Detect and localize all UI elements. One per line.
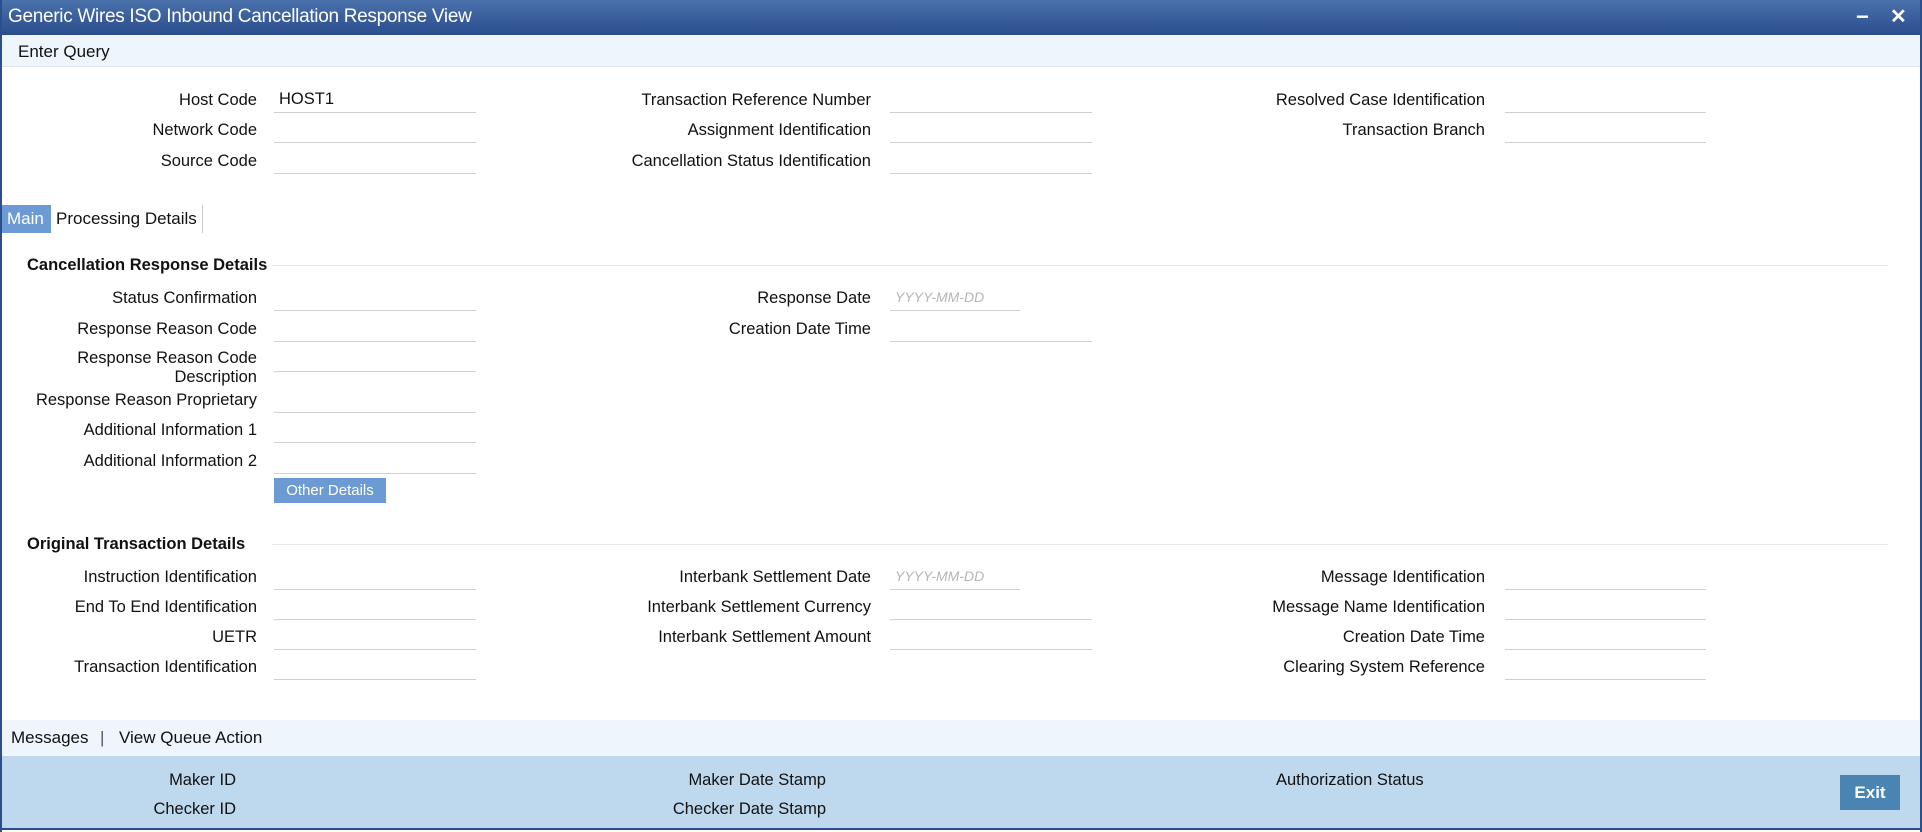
window-title: Generic Wires ISO Inbound Cancellation R… (8, 6, 472, 27)
settlement-date-label: Interbank Settlement Date (679, 568, 871, 586)
toolbar: Enter Query (2, 35, 1920, 67)
add-info-2-input[interactable] (274, 448, 476, 474)
section-divider (272, 265, 1888, 266)
uetr-label: UETR (212, 628, 257, 646)
orig-creation-date-time-input[interactable] (1505, 624, 1706, 650)
minimize-icon[interactable]: − (1856, 0, 1869, 35)
response-date-input[interactable] (890, 285, 1020, 311)
assignment-id-input[interactable] (890, 117, 1092, 143)
reason-code-label: Response Reason Code (77, 320, 257, 338)
settlement-currency-label: Interbank Settlement Currency (647, 598, 871, 616)
reason-code-desc-label: Response Reason Code Description (77, 349, 257, 387)
cancel-status-id-label: Cancellation Status Identification (631, 152, 871, 170)
uetr-input[interactable] (274, 624, 476, 650)
message-name-id-input[interactable] (1505, 594, 1706, 620)
maker-id-label: Maker ID (169, 771, 236, 789)
txn-branch-input[interactable] (1505, 117, 1706, 143)
section-divider (272, 544, 1888, 545)
tab-processing-details[interactable]: Processing Details (51, 205, 203, 233)
view-queue-action-link[interactable]: View Queue Action (119, 728, 262, 748)
original-section-title: Original Transaction Details (27, 535, 246, 553)
clearing-ref-input[interactable] (1505, 654, 1706, 680)
links-bar: Messages | View Queue Action (2, 720, 1920, 756)
reason-proprietary-label: Response Reason Proprietary (35, 391, 257, 409)
creation-date-time-input[interactable] (890, 316, 1092, 342)
add-info-1-input[interactable] (274, 417, 476, 443)
message-id-input[interactable] (1505, 564, 1706, 590)
txn-ref-input[interactable] (890, 87, 1092, 113)
link-separator: | (100, 728, 105, 747)
settlement-amount-label: Interbank Settlement Amount (658, 628, 871, 646)
checker-date-stamp-label: Checker Date Stamp (672, 800, 826, 818)
add-info-2-label: Additional Information 2 (83, 452, 257, 470)
enter-query-button[interactable]: Enter Query (18, 42, 110, 62)
cancellation-section-title: Cancellation Response Details (27, 256, 268, 274)
source-code-label: Source Code (160, 152, 257, 170)
exit-button[interactable]: Exit (1840, 775, 1900, 810)
tab-main[interactable]: Main (2, 205, 51, 233)
checker-id-label: Checker ID (153, 800, 236, 818)
end-to-end-id-input[interactable] (274, 594, 476, 620)
transaction-id-label: Transaction Identification (74, 658, 257, 676)
resolved-case-id-input[interactable] (1505, 87, 1706, 113)
network-code-input[interactable] (274, 117, 476, 143)
status-confirmation-input[interactable] (274, 285, 476, 311)
reason-code-desc-line2: Description (174, 368, 257, 386)
settlement-amount-input[interactable] (890, 624, 1092, 650)
settlement-currency-input[interactable] (890, 594, 1092, 620)
title-bar: Generic Wires ISO Inbound Cancellation R… (2, 0, 1920, 35)
messages-link[interactable]: Messages (11, 728, 88, 748)
cancel-status-id-input[interactable] (890, 148, 1092, 174)
settlement-date-input[interactable] (890, 564, 1020, 590)
status-confirmation-label: Status Confirmation (112, 289, 257, 307)
reason-code-input[interactable] (274, 316, 476, 342)
reason-proprietary-input[interactable] (274, 387, 476, 413)
txn-branch-label: Transaction Branch (1342, 121, 1485, 139)
end-to-end-id-label: End To End Identification (74, 598, 257, 616)
message-name-id-label: Message Name Identification (1272, 598, 1485, 616)
host-code-input[interactable] (274, 87, 476, 113)
close-icon[interactable]: ✕ (1890, 0, 1907, 35)
add-info-1-label: Additional Information 1 (83, 421, 257, 439)
authorization-status-label: Authorization Status (1276, 771, 1424, 789)
source-code-input[interactable] (274, 148, 476, 174)
reason-code-desc-input[interactable] (274, 346, 476, 372)
creation-date-time-label: Creation Date Time (728, 320, 871, 338)
other-details-button[interactable]: Other Details (274, 478, 386, 503)
host-code-label: Host Code (179, 91, 257, 109)
network-code-label: Network Code (152, 121, 257, 139)
message-id-label: Message Identification (1320, 568, 1485, 586)
assignment-id-label: Assignment Identification (687, 121, 871, 139)
resolved-case-id-label: Resolved Case Identification (1275, 91, 1485, 109)
instruction-id-label: Instruction Identification (83, 568, 257, 586)
txn-ref-label: Transaction Reference Number (641, 91, 871, 109)
instruction-id-input[interactable] (274, 564, 476, 590)
response-date-label: Response Date (757, 289, 871, 307)
orig-creation-date-time-label: Creation Date Time (1342, 628, 1485, 646)
window: Generic Wires ISO Inbound Cancellation R… (0, 0, 1922, 832)
maker-date-stamp-label: Maker Date Stamp (688, 771, 826, 789)
transaction-id-input[interactable] (274, 654, 476, 680)
audit-footer: Maker ID Checker ID Maker Date Stamp Che… (2, 756, 1920, 830)
reason-code-desc-line1: Response Reason Code (77, 349, 257, 367)
clearing-ref-label: Clearing System Reference (1283, 658, 1485, 676)
